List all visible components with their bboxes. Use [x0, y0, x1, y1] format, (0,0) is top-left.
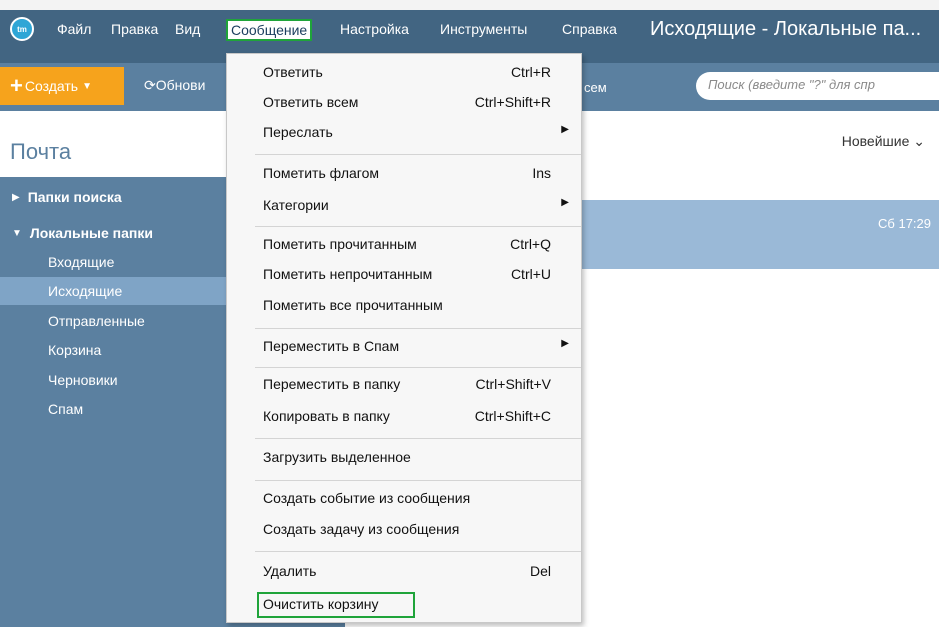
menu-separator — [255, 226, 581, 227]
refresh-icon: ⟳ — [144, 77, 156, 93]
menu-item-label: Переместить в Спам — [263, 338, 400, 354]
menu-item-label: Создать событие из сообщения — [263, 490, 471, 506]
menu-item-label: Ответить всем — [263, 94, 359, 110]
menu-item-label: Пометить флагом — [263, 165, 379, 181]
message-date: Сб 17:29 — [878, 216, 931, 231]
menu-item-shortcut: Ctrl+Shift+C — [474, 408, 551, 424]
menu-item-label: Удалить — [263, 563, 317, 579]
menu-separator — [255, 328, 581, 329]
menu-item-shortcut: Ctrl+Shift+V — [475, 376, 551, 392]
menu-item-label: Создать задачу из сообщения — [263, 521, 460, 537]
menu-item-label: Копировать в папку — [263, 408, 390, 424]
menu-item-label: Пометить прочитанным — [263, 236, 417, 252]
menu-settings[interactable]: Настройка — [340, 21, 409, 37]
menu-help[interactable]: Справка — [562, 21, 617, 37]
create-button[interactable]: + Создать ▼ — [0, 67, 124, 105]
folder-label: Исходящие — [48, 283, 123, 299]
folder-label: Отправленные — [48, 313, 145, 329]
menu-item-label: Пометить непрочитанным — [263, 266, 433, 282]
folder-drafts[interactable]: Черновики — [0, 366, 227, 394]
menu-item-shortcut: Ctrl+Shift+R — [474, 94, 551, 110]
plus-icon: + — [10, 73, 23, 98]
folder-spam[interactable]: Спам — [0, 395, 227, 423]
folder-label: Входящие — [48, 254, 115, 270]
tree-group-label: Папки поиска — [27, 189, 122, 205]
menu-item-shortcut: Ctrl+U — [510, 266, 551, 282]
refresh-label: Обнови — [155, 77, 206, 93]
submenu-arrow-icon: ▶ — [561, 197, 569, 208]
menu-message[interactable]: Сообщение — [226, 19, 313, 41]
menu-file[interactable]: Файл — [57, 21, 91, 37]
menu-separator — [255, 154, 581, 155]
chevron-down-icon: ▼ — [82, 80, 92, 92]
folder-sidebar: Почта ▶ Папки поиска ▼ Локальные папки В… — [0, 111, 227, 627]
tree-group-local-folders[interactable]: ▼ Локальные папки — [0, 219, 227, 247]
menu-item-label: Переслать — [263, 124, 333, 140]
submenu-arrow-icon: ▶ — [561, 124, 569, 135]
folder-label: Корзина — [48, 342, 102, 358]
search-input[interactable]: Поиск (введите "?" для спр — [696, 72, 939, 100]
empty-trash-highlight — [257, 592, 415, 618]
message-menu-dropdown: Ответить Ctrl+R Ответить всем Ctrl+Shift… — [226, 53, 582, 623]
sidebar-header: Почта — [0, 111, 227, 177]
folder-label: Черновики — [48, 372, 118, 388]
sort-label: Новейшие — [841, 133, 910, 149]
window-title: Исходящие - Локальные па... — [650, 18, 922, 40]
triangle-right-icon: ▶ — [12, 191, 20, 203]
chevron-down-icon: ⌄ — [913, 133, 925, 149]
menu-separator — [255, 367, 581, 368]
folder-inbox[interactable]: Входящие — [0, 248, 227, 276]
folder-trash[interactable]: Корзина — [0, 336, 227, 364]
sidebar-title: Почта — [10, 139, 72, 164]
tree-group-search-folders[interactable]: ▶ Папки поиска — [0, 183, 227, 211]
create-label: Создать — [24, 78, 79, 94]
triangle-down-icon: ▼ — [12, 227, 22, 239]
menu-item-label: Пометить все прочитанным — [263, 297, 443, 313]
app-logo-icon[interactable]: tm — [10, 17, 34, 41]
menu-item-shortcut: Ctrl+Q — [510, 236, 551, 252]
menu-item-shortcut: Ctrl+R — [510, 64, 551, 80]
menu-item-label: Загрузить выделенное — [263, 449, 411, 465]
menu-separator — [255, 480, 581, 481]
menu-item-label: Переместить в папку — [263, 376, 401, 392]
folder-label: Спам — [48, 401, 84, 417]
tree-group-label: Локальные папки — [29, 225, 153, 241]
toolbar-button-partial[interactable]: сем — [584, 80, 607, 95]
submenu-arrow-icon: ▶ — [561, 338, 569, 349]
menu-separator — [255, 438, 581, 439]
folder-outbox[interactable]: Исходящие — [0, 277, 227, 305]
menu-view[interactable]: Вид — [175, 21, 200, 37]
menu-item-shortcut: Ins — [532, 165, 551, 181]
folder-sent[interactable]: Отправленные — [0, 307, 227, 335]
sort-dropdown[interactable]: Новейшие ⌄ — [842, 133, 925, 150]
menu-separator — [255, 551, 581, 552]
menu-edit[interactable]: Правка — [111, 21, 158, 37]
menu-item-shortcut: Del — [529, 563, 551, 579]
menu-item-label: Ответить — [263, 64, 323, 80]
menu-item-label: Категории — [263, 197, 329, 213]
menu-tools[interactable]: Инструменты — [440, 21, 527, 37]
refresh-button[interactable]: ⟳Обнови — [144, 77, 205, 94]
